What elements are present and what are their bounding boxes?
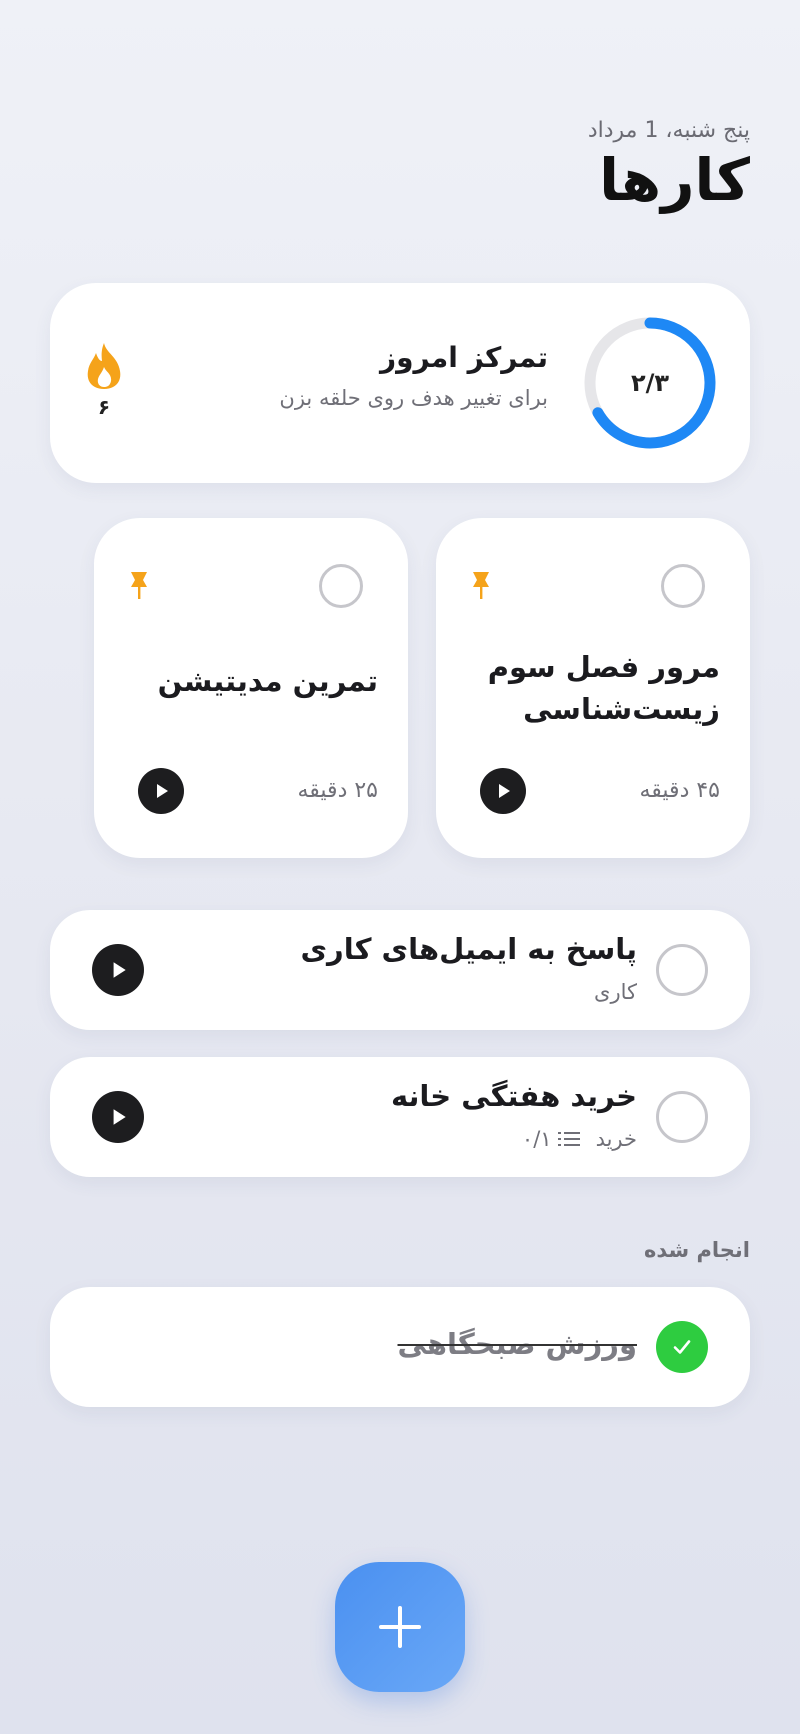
play-button[interactable] [92,944,144,996]
complete-checkbox[interactable] [661,564,705,608]
focus-subtitle: برای تغییر هدف روی حلقه بزن [279,386,548,410]
play-button[interactable] [480,768,526,814]
focus-card: ۲/۳ تمرکز امروز برای تغییر هدف روی حلقه … [50,283,750,483]
complete-checkbox[interactable] [319,564,363,608]
focus-progress-ring[interactable]: ۲/۳ [580,313,720,453]
complete-checkbox[interactable] [656,944,708,996]
checkmark-icon [673,1340,691,1354]
plus-icon [379,1606,421,1648]
subtask-count: ۰/۱ [522,1127,580,1151]
pinned-task-title: تمرین مدیتیشن [157,664,378,698]
task-title: خرید هفتگی خانه [390,1079,637,1113]
complete-checkbox[interactable] [656,1091,708,1143]
flame-icon [87,343,121,389]
done-section-heading: انجام شده [644,1238,750,1262]
streak-indicator[interactable]: ۶ [84,341,124,419]
task-row[interactable]: پاسخ به ایمیل‌های کاری کاری [50,910,750,1030]
pin-icon [131,572,147,599]
play-icon [157,784,168,798]
tasks-screen: پنج شنبه، 1 مرداد کارها ۲/۳ تمرکز امروز … [0,0,800,1734]
pinned-task-card[interactable]: تمرین مدیتیشن ۲۵ دقیقه [94,518,408,858]
add-task-button[interactable] [335,1562,465,1692]
task-duration: ۴۵ دقیقه [639,778,720,803]
play-button[interactable] [138,768,184,814]
done-task-title: ورزش صبحگاهی [397,1327,638,1361]
task-meta: خرید ۰/۱ [522,1127,637,1151]
task-meta: کاری [594,980,637,1004]
pinned-task-title: مرور فصل سوم زیست‌شناسی [487,650,720,727]
task-category: خرید [595,1127,637,1151]
pinned-task-card[interactable]: مرور فصل سوم زیست‌شناسی ۴۵ دقیقه [436,518,750,858]
play-icon [113,1109,126,1125]
task-duration: ۲۵ دقیقه [297,778,378,803]
play-button[interactable] [92,1091,144,1143]
page-title: کارها [599,146,750,214]
focus-progress-label: ۲/۳ [630,369,670,397]
date-label: پنج شنبه، 1 مرداد [587,118,750,143]
checklist-icon [557,1132,580,1146]
focus-title: تمرکز امروز [379,341,548,374]
subtask-count-label: ۰/۱ [521,1127,552,1151]
task-title: پاسخ به ایمیل‌های کاری [300,932,637,966]
done-task-row[interactable]: ورزش صبحگاهی [50,1287,750,1407]
streak-count: ۶ [97,395,111,419]
task-category: کاری [594,980,637,1004]
completed-checkbox[interactable] [656,1321,708,1373]
pin-icon [473,572,489,599]
play-icon [499,784,510,798]
play-icon [113,962,126,978]
task-row[interactable]: خرید هفتگی خانه خرید ۰/۱ [50,1057,750,1177]
header: پنج شنبه، 1 مرداد کارها [588,118,750,213]
